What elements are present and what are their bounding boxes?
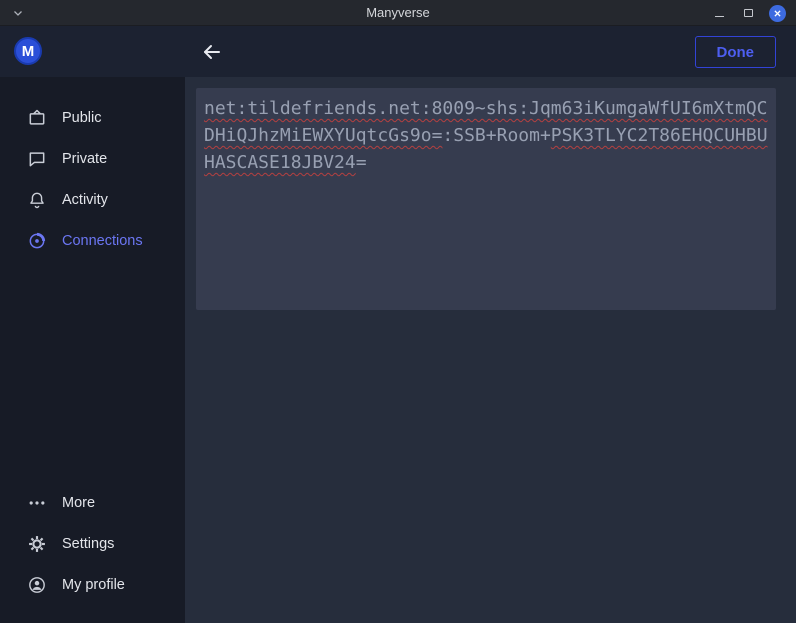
sidebar-item-label: Connections xyxy=(62,233,143,249)
private-icon xyxy=(27,149,47,169)
activity-icon xyxy=(27,190,47,210)
window-title: Manyverse xyxy=(0,5,796,20)
window-controls xyxy=(711,0,786,26)
sidebar-item-label: Private xyxy=(62,151,107,167)
close-icon[interactable] xyxy=(769,5,786,22)
connections-icon xyxy=(27,231,47,251)
app-header: M Done xyxy=(0,26,796,77)
invite-code-segment: net:tildefriends.net:8009~shs:Jqm63iKumg… xyxy=(204,98,768,119)
sidebar-item-label: Public xyxy=(62,110,102,126)
manyverse-logo: M xyxy=(14,37,42,65)
sidebar-item-connections[interactable]: Connections xyxy=(0,220,185,261)
sidebar-item-public[interactable]: Public xyxy=(0,97,185,138)
invite-code-input[interactable]: net:tildefriends.net:8009~shs:Jqm63iKumg… xyxy=(196,88,776,310)
sidebar-item-label: More xyxy=(62,495,95,511)
invite-code-segment: DHiQJhzMiEWXYUqtcGs9o= xyxy=(204,125,442,146)
invite-code-segment: PSK3TLYC2T86EHQCUHBU xyxy=(551,125,768,146)
sidebar: Public Private Activity Connections xyxy=(0,77,185,623)
sidebar-item-my-profile[interactable]: My profile xyxy=(0,564,185,605)
sidebar-item-label: Settings xyxy=(62,536,114,552)
done-button[interactable]: Done xyxy=(695,36,777,68)
invite-code-segment: :SSB+Room+ xyxy=(442,125,550,146)
sidebar-item-private[interactable]: Private xyxy=(0,138,185,179)
invite-code-segment: HASCASE18JBV24 xyxy=(204,152,356,173)
back-button[interactable] xyxy=(198,38,226,66)
restore-icon[interactable] xyxy=(740,5,756,21)
sidebar-item-more[interactable]: More xyxy=(0,482,185,523)
sidebar-item-label: Activity xyxy=(62,192,108,208)
invite-code-segment: = xyxy=(356,152,367,173)
main-content: net:tildefriends.net:8009~shs:Jqm63iKumg… xyxy=(185,77,796,623)
settings-icon xyxy=(27,534,47,554)
sidebar-item-activity[interactable]: Activity xyxy=(0,179,185,220)
app-body: Public Private Activity Connections xyxy=(0,77,796,623)
sidebar-item-label: My profile xyxy=(62,577,125,593)
public-icon xyxy=(27,108,47,128)
more-icon xyxy=(27,493,47,513)
manyverse-window: Manyverse M Done Public xyxy=(0,0,796,623)
os-titlebar: Manyverse xyxy=(0,0,796,26)
sidebar-item-settings[interactable]: Settings xyxy=(0,523,185,564)
back-arrow-icon xyxy=(200,40,224,64)
profile-icon xyxy=(27,575,47,595)
sidebar-spacer xyxy=(0,261,185,482)
minimize-icon[interactable] xyxy=(711,5,727,21)
